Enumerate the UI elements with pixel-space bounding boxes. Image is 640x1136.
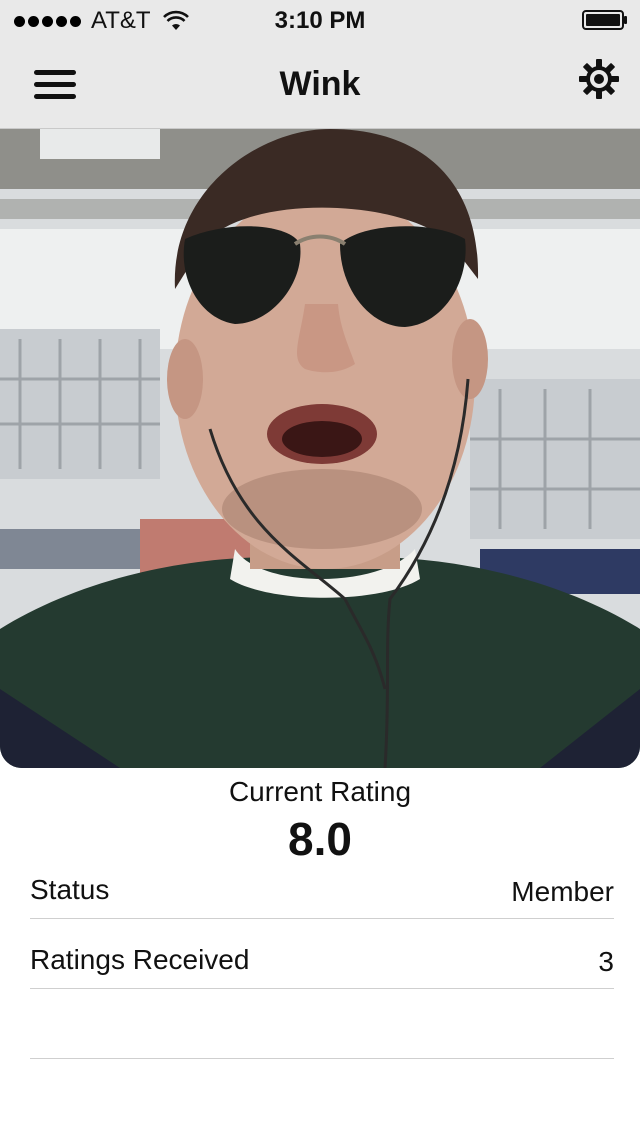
status-time: 3:10 PM	[274, 7, 366, 34]
profile-photo[interactable]	[0, 129, 640, 768]
app-screen: AT&T 3:10 PM Wink Current Rating 8.0 Sta…	[0, 0, 640, 1136]
status-row: Status Member	[30, 868, 614, 919]
current-rating-label: Current Rating	[228, 776, 412, 807]
navigation-bar: Wink	[0, 40, 640, 128]
ratings-received-label: Ratings Received	[30, 944, 250, 975]
current-rating-value: 8.0	[288, 813, 352, 865]
status-bar: AT&T 3:10 PM	[0, 0, 640, 40]
profile-details-table: Status Member Ratings Received 3	[30, 868, 614, 1059]
page-title: Wink	[279, 65, 361, 103]
ratings-received-value: 3	[598, 946, 614, 977]
ratings-received-row: Ratings Received 3	[30, 919, 614, 989]
gear-icon	[579, 59, 619, 99]
status-value: Member	[511, 876, 614, 907]
settings-button[interactable]	[578, 58, 620, 100]
empty-row	[30, 989, 614, 1059]
top-chrome: AT&T 3:10 PM Wink	[0, 0, 640, 129]
status-label: Status	[30, 874, 110, 905]
battery-icon	[582, 10, 627, 30]
profile-photo-image	[0, 129, 640, 768]
